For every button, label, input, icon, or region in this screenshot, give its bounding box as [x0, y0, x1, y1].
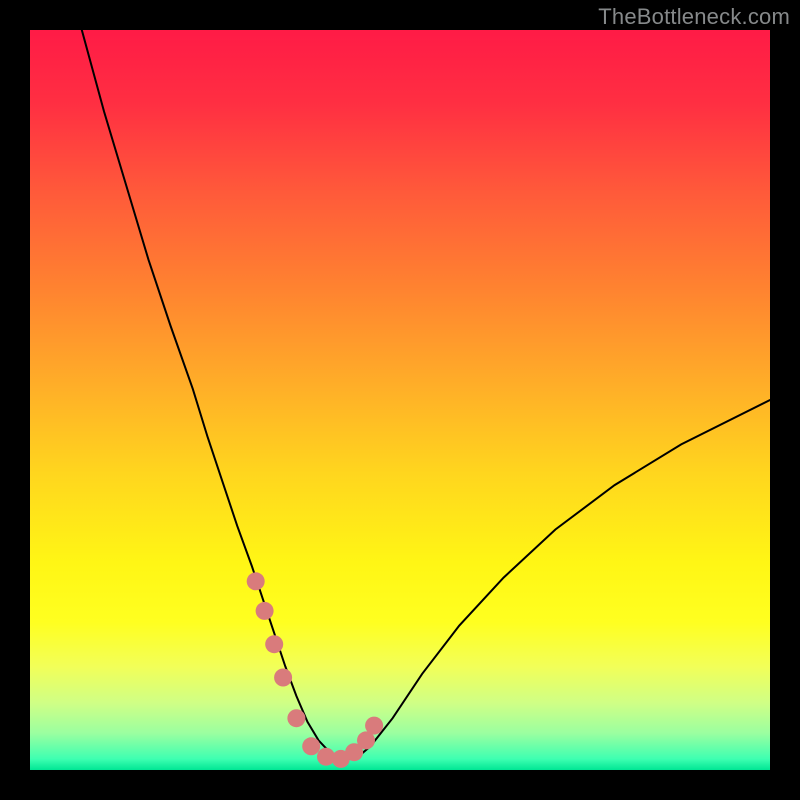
bottleneck-chart: [30, 30, 770, 770]
marker-dot: [287, 709, 305, 727]
marker-dot: [256, 602, 274, 620]
marker-dot: [247, 572, 265, 590]
marker-dot: [365, 717, 383, 735]
marker-dot: [302, 737, 320, 755]
gradient-background: [30, 30, 770, 770]
watermark-text: TheBottleneck.com: [598, 4, 790, 30]
marker-dot: [274, 669, 292, 687]
marker-dot: [265, 635, 283, 653]
chart-frame: TheBottleneck.com: [0, 0, 800, 800]
